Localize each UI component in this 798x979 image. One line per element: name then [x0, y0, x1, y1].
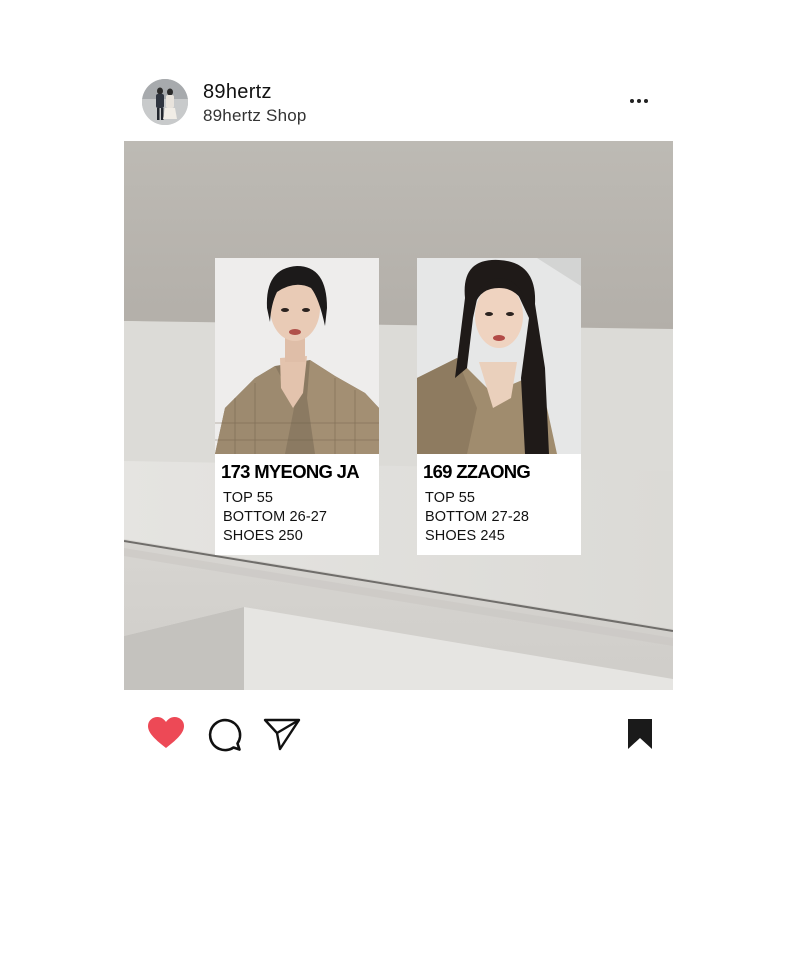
- save-button[interactable]: [627, 718, 653, 755]
- model-photo: [215, 258, 379, 454]
- avatar[interactable]: [142, 79, 188, 125]
- share-button[interactable]: [263, 717, 301, 756]
- size-bottom: BOTTOM 26-27: [223, 509, 328, 525]
- size-bottom: BOTTOM 27-28: [425, 509, 530, 525]
- size-shoes: SHOES 245: [425, 528, 505, 544]
- send-icon: [263, 718, 301, 751]
- action-bar: [145, 714, 657, 754]
- more-dot: [644, 99, 648, 103]
- post-header: 89hertz 89hertz Shop: [142, 78, 662, 126]
- size-top: TOP 55: [223, 490, 274, 506]
- shop-name: 89hertz Shop: [203, 106, 307, 125]
- more-options-button[interactable]: [630, 93, 654, 107]
- model-name: 169 ZZAONG: [423, 461, 531, 482]
- size-top: TOP 55: [425, 490, 476, 506]
- heart-icon: [148, 717, 184, 748]
- like-button[interactable]: [147, 716, 185, 755]
- size-shoes: SHOES 250: [223, 528, 303, 544]
- model-photo: [417, 258, 581, 454]
- post-photo[interactable]: [124, 141, 673, 690]
- username[interactable]: 89hertz: [203, 81, 272, 104]
- more-dot: [637, 99, 641, 103]
- model-card: 169 ZZAONG TOP 55 BOTTOM 27-28 SHOES 245: [417, 258, 581, 555]
- comment-icon: [208, 718, 242, 752]
- model-card: 173 MYEONG JA TOP 55 BOTTOM 26-27 SHOES …: [215, 258, 379, 555]
- bookmark-icon: [628, 719, 652, 749]
- more-horizontal-icon: [630, 99, 634, 103]
- model-name: 173 MYEONG JA: [221, 461, 360, 482]
- photo-background: [124, 141, 673, 690]
- comment-button[interactable]: [206, 716, 242, 757]
